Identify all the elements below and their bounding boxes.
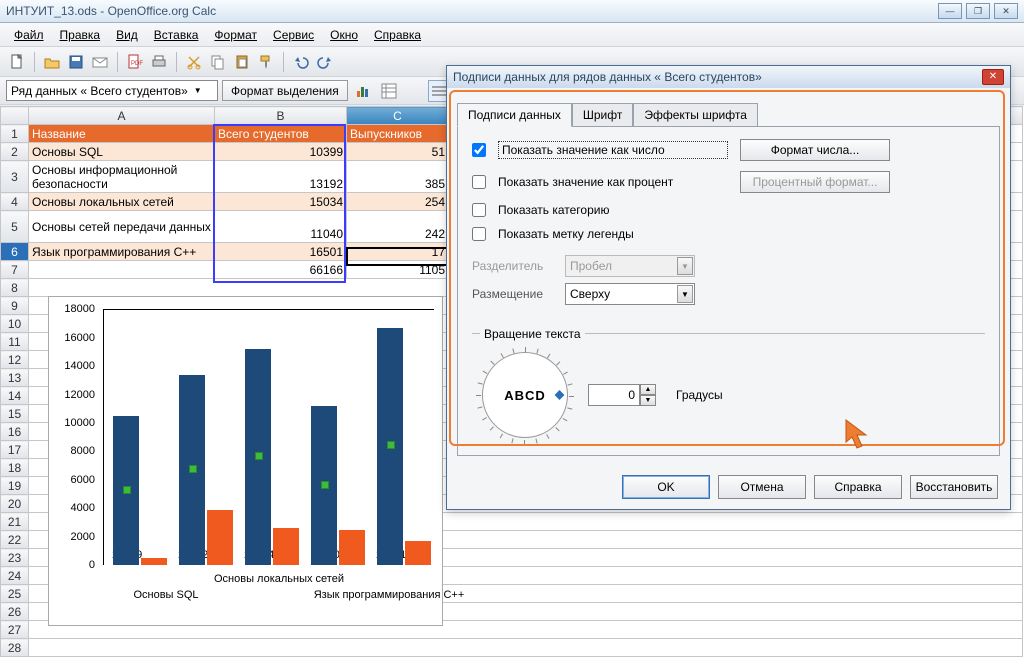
help-button[interactable]: Справка: [814, 475, 902, 499]
percent-format-button: Процентный формат...: [740, 171, 890, 193]
label-show-category: Показать категорию: [498, 203, 728, 217]
save-button[interactable]: [65, 51, 87, 73]
label-show-as-number: Показать значение как число: [498, 141, 728, 159]
cell-a2[interactable]: Основы SQL: [29, 143, 215, 161]
menu-window[interactable]: Окно: [322, 26, 366, 44]
open-button[interactable]: [41, 51, 63, 73]
checkbox-show-category[interactable]: [472, 203, 486, 217]
cell-c2[interactable]: 51: [347, 143, 449, 161]
menu-view[interactable]: Вид: [108, 26, 146, 44]
format-paint-button[interactable]: [255, 51, 277, 73]
chart-x-cat: Основы SQL: [111, 589, 221, 601]
cursor-arrow-icon: [844, 418, 872, 450]
separator-combo: Пробел ▼: [565, 255, 695, 277]
close-button[interactable]: ✕: [994, 3, 1018, 19]
rotation-wheel[interactable]: ABCD: [482, 352, 568, 438]
data-point-marker: [123, 486, 131, 494]
col-header-c[interactable]: C: [347, 107, 449, 125]
redo-button[interactable]: [314, 51, 336, 73]
menubar: Файл Правка Вид Вставка Формат Сервис Ок…: [0, 23, 1024, 47]
maximize-button[interactable]: ❐: [966, 3, 990, 19]
cell-a3[interactable]: Основы информационной безопасности: [29, 161, 215, 193]
print-button[interactable]: [148, 51, 170, 73]
degrees-input[interactable]: [588, 384, 640, 406]
placement-combo[interactable]: Сверху ▼: [565, 283, 695, 305]
col-header-a[interactable]: A: [29, 107, 215, 125]
degrees-label: Градусы: [676, 388, 723, 402]
checkbox-show-as-number[interactable]: [472, 143, 486, 157]
menu-file[interactable]: Файл: [6, 26, 52, 44]
chart-x-cat: Язык программирования C++: [289, 589, 489, 601]
col-header-b[interactable]: B: [215, 107, 347, 125]
export-pdf-button[interactable]: PDF: [124, 51, 146, 73]
minimize-button[interactable]: —: [938, 3, 962, 19]
copy-button[interactable]: [207, 51, 229, 73]
checkbox-show-legend-key[interactable]: [472, 227, 486, 241]
tab-font-effects[interactable]: Эффекты шрифта: [633, 103, 758, 127]
format-selection-button[interactable]: Формат выделения: [222, 80, 348, 101]
paste-button[interactable]: [231, 51, 253, 73]
cancel-button[interactable]: Отмена: [718, 475, 806, 499]
spin-down-button[interactable]: ▼: [640, 395, 656, 406]
chart-data-button[interactable]: [378, 80, 400, 102]
embedded-chart[interactable]: 0 2000 4000 6000 8000 10000 12000 14000 …: [48, 296, 443, 626]
separator-label: Разделитель: [472, 259, 557, 273]
chart-y-axis: 0 2000 4000 6000 8000 10000 12000 14000 …: [53, 309, 99, 565]
window-titlebar: ИНТУИТ_13.ods - OpenOffice.org Calc — ❐ …: [0, 0, 1024, 23]
tab-data-labels[interactable]: Подписи данных: [457, 103, 572, 127]
chart-plot-area: 10399 13192 15034: [103, 309, 434, 565]
header-name[interactable]: Название: [29, 125, 215, 143]
menu-service[interactable]: Сервис: [265, 26, 322, 44]
menu-format[interactable]: Формат: [206, 26, 265, 44]
element-selector-combo[interactable]: Ряд данных « Всего студентов» ▼: [6, 80, 218, 101]
chart-type-button[interactable]: [352, 80, 374, 102]
reset-button[interactable]: Восстановить: [910, 475, 998, 499]
tab-font[interactable]: Шрифт: [572, 103, 633, 127]
undo-button[interactable]: [290, 51, 312, 73]
element-selector-value: Ряд данных « Всего студентов»: [11, 84, 188, 98]
bar-grad-0: [141, 558, 167, 565]
email-button[interactable]: [89, 51, 111, 73]
cell-b2[interactable]: 10399: [215, 143, 347, 161]
header-total[interactable]: Всего студентов: [215, 125, 347, 143]
new-doc-button[interactable]: [6, 51, 28, 73]
menu-help[interactable]: Справка: [366, 26, 429, 44]
chevron-down-icon: ▼: [677, 257, 693, 275]
dialog-titlebar[interactable]: Подписи данных для рядов данных « Всего …: [447, 66, 1010, 88]
dialog-tabbar: Подписи данных Шрифт Эффекты шрифта: [457, 102, 1000, 126]
cut-button[interactable]: [183, 51, 205, 73]
ok-button[interactable]: OK: [622, 475, 710, 499]
header-grad[interactable]: Выпускников: [347, 125, 449, 143]
placement-label: Размещение: [472, 287, 557, 301]
spin-up-button[interactable]: ▲: [640, 384, 656, 395]
menu-insert[interactable]: Вставка: [146, 26, 207, 44]
chart-x-cat: Основы локальных сетей: [189, 573, 369, 585]
dialog-button-row: OK Отмена Справка Восстановить: [622, 475, 998, 499]
rotation-section-label: Вращение текста: [480, 327, 585, 341]
label-show-as-percent: Показать значение как процент: [498, 175, 728, 189]
degrees-spinner[interactable]: ▲▼: [588, 384, 656, 406]
dialog-title: Подписи данных для рядов данных « Всего …: [453, 70, 762, 84]
label-show-legend-key: Показать метку легенды: [498, 227, 728, 241]
window-title: ИНТУИТ_13.ods - OpenOffice.org Calc: [6, 4, 934, 18]
checkbox-show-as-percent[interactable]: [472, 175, 486, 189]
tab-content: Показать значение как число Формат числа…: [457, 126, 1000, 456]
chevron-down-icon: ▼: [194, 86, 202, 95]
corner-cell[interactable]: [1, 107, 29, 125]
svg-text:PDF: PDF: [131, 61, 143, 67]
menu-edit[interactable]: Правка: [52, 26, 109, 44]
dialog-close-button[interactable]: ✕: [982, 69, 1004, 85]
chevron-down-icon[interactable]: ▼: [677, 285, 693, 303]
row-header[interactable]: 1: [1, 125, 29, 143]
number-format-button[interactable]: Формат числа...: [740, 139, 890, 161]
data-labels-dialog: Подписи данных для рядов данных « Всего …: [446, 65, 1011, 510]
